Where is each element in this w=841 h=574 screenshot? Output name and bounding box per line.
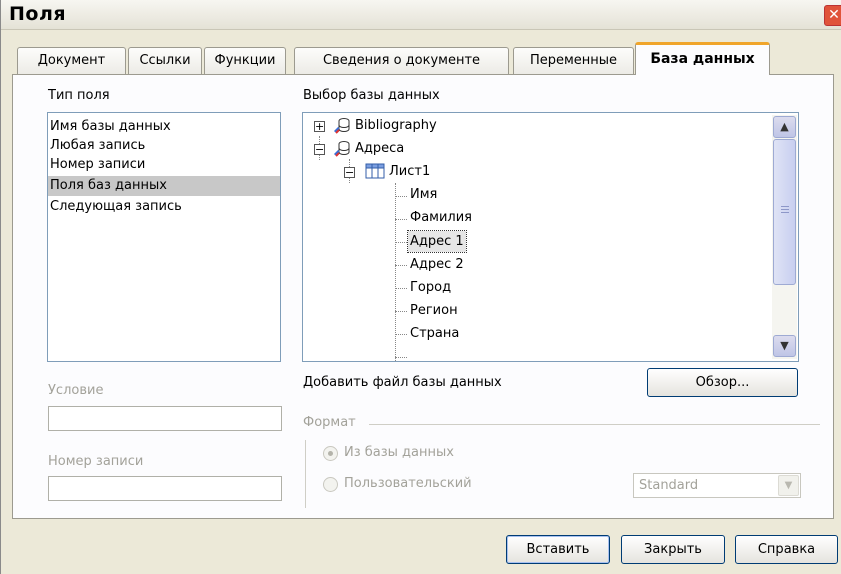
tree-connector	[395, 196, 407, 197]
tab-variables[interactable]: Переменные	[513, 47, 634, 74]
tree-item-sheet1[interactable]: Лист1	[389, 161, 430, 183]
list-item[interactable]: Любая запись	[48, 136, 280, 156]
close-button-label: Закрыть	[644, 542, 702, 557]
database-icon	[334, 141, 350, 157]
chevron-down-icon[interactable]: ▼	[778, 475, 799, 496]
list-item[interactable]: Номер записи	[48, 155, 280, 175]
collapse-icon[interactable]: −	[344, 167, 355, 178]
user-defined-label[interactable]: Пользовательский	[344, 476, 472, 491]
help-button-label: Справка	[757, 542, 816, 557]
grip-icon	[781, 209, 789, 210]
condition-input[interactable]	[48, 406, 282, 431]
record-number-label: Номер записи	[48, 454, 144, 469]
radio-dot-icon	[328, 451, 333, 456]
field-type-list[interactable]: Имя базы данных Любая запись Номер запис…	[47, 112, 281, 362]
tree-item-addresses[interactable]: Адреса	[355, 138, 404, 160]
tree-field[interactable]: Имя	[410, 184, 437, 206]
database-tree[interactable]: + Bibliography − Адреса − Лист1 Имя Фами…	[302, 112, 799, 362]
tab-database[interactable]: База данных	[635, 42, 770, 75]
insert-button[interactable]: Вставить	[506, 535, 610, 564]
record-number-input[interactable]	[48, 476, 282, 501]
tree-connector	[395, 311, 407, 312]
tab-document[interactable]: Документ	[17, 47, 126, 74]
list-item[interactable]: Имя базы данных	[48, 117, 280, 137]
close-button[interactable]: Закрыть	[621, 535, 725, 564]
browse-button[interactable]: Обзор...	[647, 368, 798, 397]
tree-connector	[395, 265, 407, 266]
tree-field[interactable]: Регион	[410, 300, 458, 322]
insert-button-label: Вставить	[526, 542, 590, 557]
scroll-down-icon[interactable]: ▼	[773, 335, 796, 357]
tree-connector	[395, 357, 407, 358]
tab-references[interactable]: Ссылки	[128, 47, 202, 74]
format-divider	[305, 440, 306, 508]
radio-user-defined[interactable]	[323, 477, 338, 492]
tree-field[interactable]: Город	[410, 277, 451, 299]
scroll-up-icon[interactable]: ▲	[773, 116, 796, 138]
list-item-selected[interactable]: Поля баз данных	[48, 176, 280, 196]
tree-connector	[395, 242, 407, 243]
tree-connector	[395, 288, 407, 289]
tab-document-info[interactable]: Сведения о документе	[294, 47, 509, 74]
radio-from-database[interactable]	[323, 446, 338, 461]
from-database-label[interactable]: Из базы данных	[344, 445, 454, 460]
format-select[interactable]: Standard ▼	[633, 473, 801, 498]
tree-connector	[395, 219, 407, 220]
add-db-file-label: Добавить файл базы данных	[303, 375, 502, 390]
format-divider	[369, 424, 820, 425]
fields-dialog: Поля ✕ Документ Ссылки Функции Сведения …	[0, 0, 841, 574]
tree-item-bibliography[interactable]: Bibliography	[355, 115, 437, 137]
browse-button-label: Обзор...	[695, 375, 750, 390]
grip-icon	[781, 212, 789, 213]
close-icon[interactable]: ✕	[824, 5, 841, 26]
list-item[interactable]: Следующая запись	[48, 197, 280, 217]
scroll-thumb[interactable]	[773, 139, 796, 285]
tab-functions[interactable]: Функции	[204, 47, 286, 74]
window-title: Поля	[9, 3, 67, 25]
format-group-label: Формат	[303, 415, 356, 430]
expand-icon[interactable]: +	[314, 121, 325, 132]
tree-scrollbar[interactable]: ▲ ▼	[772, 115, 797, 359]
tree-connector	[395, 183, 396, 361]
tree-field-selected[interactable]: Адрес 1	[407, 230, 467, 253]
condition-label: Условие	[48, 383, 104, 398]
tree-field[interactable]: Страна	[410, 323, 459, 345]
table-icon	[365, 163, 385, 179]
grip-icon	[781, 206, 789, 207]
format-select-value: Standard	[639, 478, 699, 493]
collapse-icon[interactable]: −	[314, 144, 325, 155]
title-bar[interactable]: Поля ✕	[1, 0, 841, 30]
tree-field[interactable]: Фамилия	[410, 207, 472, 229]
help-button[interactable]: Справка	[735, 535, 838, 564]
tree-field[interactable]: Адрес 2	[410, 254, 464, 276]
tree-connector	[395, 334, 407, 335]
database-icon	[334, 118, 350, 134]
field-type-label: Тип поля	[48, 88, 110, 103]
database-selection-label: Выбор базы данных	[303, 88, 440, 103]
